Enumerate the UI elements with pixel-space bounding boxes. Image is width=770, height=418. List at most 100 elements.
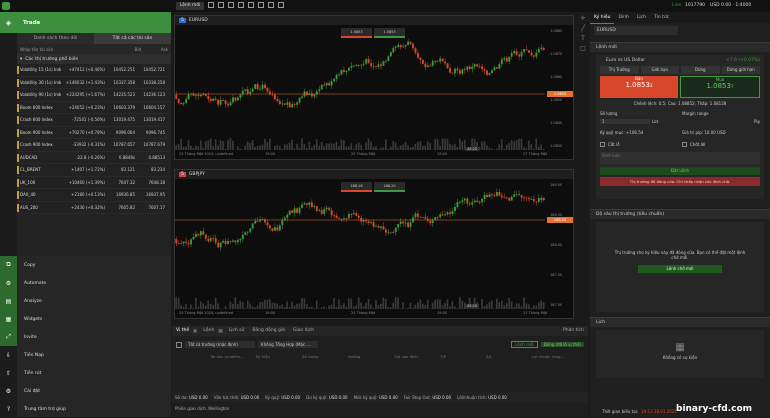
order-tab-stop[interactable]: Dừng [681, 66, 720, 74]
new-order-button[interactable]: Lệnh mới [511, 341, 538, 348]
column-header[interactable]: Giá vào lệnh [394, 354, 440, 359]
menu-item[interactable]: ▦Widgets [0, 310, 171, 328]
market-row[interactable]: Volatility 15 (1s) Index+47412 (+0.46%)1… [17, 64, 171, 77]
status-value: USD 0.00 [241, 395, 260, 400]
tab-symbol[interactable]: Ký hiệu [590, 12, 614, 24]
market-row[interactable]: Volatility 30 (1s) Index+146032 (+1.43%)… [17, 77, 171, 90]
column-header[interactable]: Lời nhuận ròng... [532, 354, 578, 359]
market-row[interactable]: Volatility 90 (1s) Index+224295 (+1.67%)… [17, 89, 171, 102]
tile-icon[interactable] [248, 2, 254, 8]
search-input[interactable]: Nhập tên tài sản [20, 47, 114, 52]
market-row[interactable]: AUS_200+2430 (+0.32%)7605.827607.17 [17, 202, 171, 215]
menu-item[interactable]: ▤Analyze [0, 292, 171, 310]
column-header[interactable]: T/P [440, 354, 486, 359]
column-header[interactable]: Hướng [348, 354, 394, 359]
volume-bar [259, 302, 261, 309]
quick-buy-button[interactable]: 1.0853 [374, 28, 405, 38]
sell-button[interactable]: Bán 1.08532 [600, 76, 678, 98]
column-header[interactable]: Tài sản (undefin... [210, 354, 256, 359]
close-all-button[interactable]: Đóng (đã lỗ vị thế) [541, 342, 584, 347]
quick-sell-button[interactable]: 188.16 [341, 182, 372, 192]
volume-bar [220, 140, 222, 150]
order-tab-market[interactable]: Thị Trường [600, 66, 639, 74]
buy-button[interactable]: Mua 1.08537 [680, 76, 760, 98]
column-header[interactable]: S/L [486, 354, 532, 359]
indicator-icon[interactable] [278, 2, 284, 8]
cascade-icon[interactable] [258, 2, 264, 8]
market-filter-select[interactable]: Tất cả trường (mặc định) [185, 341, 255, 348]
candles-eurusd[interactable] [175, 25, 545, 150]
order-tab-stop-limit[interactable]: Dừng giới hạn [722, 66, 761, 74]
take-profit-checkbox[interactable] [682, 142, 687, 147]
right-panel: Ký hiệu Dinh Lịch Tin tức EURUSD Lệnh mớ… [590, 12, 770, 417]
market-row[interactable]: DAX_40+2180 (+0.13%)16936.8516937.95 [17, 189, 171, 202]
tab-orders[interactable]: Dinh [614, 12, 632, 23]
tab-history[interactable]: Lịch sử [225, 326, 249, 336]
market-row[interactable]: UK_100+10460 (+1.39%)7647.327648.38 [17, 177, 171, 190]
tab-price-alerts[interactable]: Bảng động giá [248, 326, 289, 336]
volume-bar [286, 301, 288, 309]
trade-nav-icon[interactable]: ◈ [0, 12, 17, 33]
volume-bar [400, 308, 402, 309]
market-row[interactable]: Boom 600 Index+24052 (+0.23%)10603.37910… [17, 102, 171, 115]
account-number[interactable]: 1017790 [685, 3, 705, 8]
tab-all-assets[interactable]: Tất cả các tài sản [94, 33, 171, 44]
group-filter-select[interactable]: Không Tổng Hợp (Mặc ... [258, 341, 318, 348]
menu-item[interactable]: ⇩Tiền Nạp [0, 346, 171, 364]
order-tab-limit[interactable]: Giới hạn [641, 66, 680, 74]
tab-positions[interactable]: Vị thế [172, 326, 193, 336]
market-row[interactable]: AUDCAD-22.8 (-0.26%)0.8848s0.88513 [17, 152, 171, 165]
candle [331, 81, 333, 85]
market-row[interactable]: Boom 900 Index+70270 (+0.78%)9096.064909… [17, 127, 171, 140]
cursor-icon[interactable]: ✛ [578, 15, 588, 25]
column-header[interactable]: Số lượng [302, 354, 348, 359]
menu-item[interactable]: ⚙Cài đặt [0, 382, 171, 400]
layout-icon[interactable] [208, 2, 214, 8]
grid-icon[interactable] [218, 2, 224, 8]
tab-watchlist[interactable]: Danh sách theo dõi [17, 33, 94, 44]
comment-input[interactable]: Bình luận [600, 152, 760, 164]
candles-gbpjpy[interactable] [175, 179, 545, 309]
menu-item[interactable]: ?Trung tâm trợ giúp [0, 400, 171, 418]
text-icon[interactable]: T [578, 35, 588, 45]
market-row[interactable]: Crash 600 Index-72541 (-0.56%)13019.4751… [17, 114, 171, 127]
new-pending-order-button[interactable]: Lệnh chờ mới [638, 265, 722, 273]
tab-news[interactable]: Tin tức [650, 12, 673, 23]
column-header[interactable]: Ký hiệu [256, 354, 302, 359]
symbol-select[interactable]: EURUSD [594, 26, 678, 35]
line-icon[interactable]: ╱ [578, 25, 588, 35]
candle [296, 208, 298, 212]
filter-icon[interactable] [176, 342, 182, 348]
status-key: Lời/nhuận tích: [457, 395, 487, 400]
market-row[interactable]: Crash 900 Index-33932 (-0.31%)10787.6571… [17, 139, 171, 152]
shape-icon[interactable]: □ [578, 45, 588, 55]
market-row[interactable]: CL_BRENT+1407 (+1.72%)83.12183.234 [17, 164, 171, 177]
tab-calendar[interactable]: Lịch [633, 12, 650, 23]
chart-icon[interactable] [268, 2, 274, 8]
volume-bar [373, 147, 375, 150]
candle [259, 219, 261, 221]
chart-symbol[interactable]: GBPJPY [189, 172, 205, 177]
menu-label: Tiền Nạp [17, 353, 44, 358]
menu-item[interactable]: ⧉Copy [0, 256, 171, 274]
candle [304, 203, 306, 204]
tab-trades[interactable]: Giao dịch [289, 326, 318, 336]
menu-item[interactable]: ⤢Invite [0, 328, 171, 346]
market-name: Crash 600 Index [17, 117, 61, 122]
tab-orders[interactable]: Lệnh [199, 326, 218, 336]
stop-loss-checkbox[interactable] [600, 142, 605, 147]
place-order-button[interactable]: Đặt Lệnh [600, 167, 760, 175]
chart-symbol[interactable]: EURUSD [189, 18, 208, 23]
window-icon[interactable] [228, 2, 234, 8]
market-name: Volatility 30 (1s) Index [17, 80, 61, 85]
quick-sell-button[interactable]: 1.0853 [341, 28, 372, 38]
popular-markets-group[interactable]: ▾ Các thị trường phổ biến [17, 54, 171, 64]
quick-buy-button[interactable]: 188.20 [374, 182, 405, 192]
analyze-button[interactable]: Phân tích [559, 326, 588, 336]
menu-item[interactable]: ⚙Automate [0, 274, 171, 292]
new-order-button[interactable]: Lệnh mới [176, 2, 204, 10]
volume-bar [454, 144, 456, 150]
qty-input[interactable]: 1 [600, 119, 650, 124]
split-icon[interactable] [238, 2, 244, 8]
menu-item[interactable]: ⇧Tiền rút [0, 364, 171, 382]
